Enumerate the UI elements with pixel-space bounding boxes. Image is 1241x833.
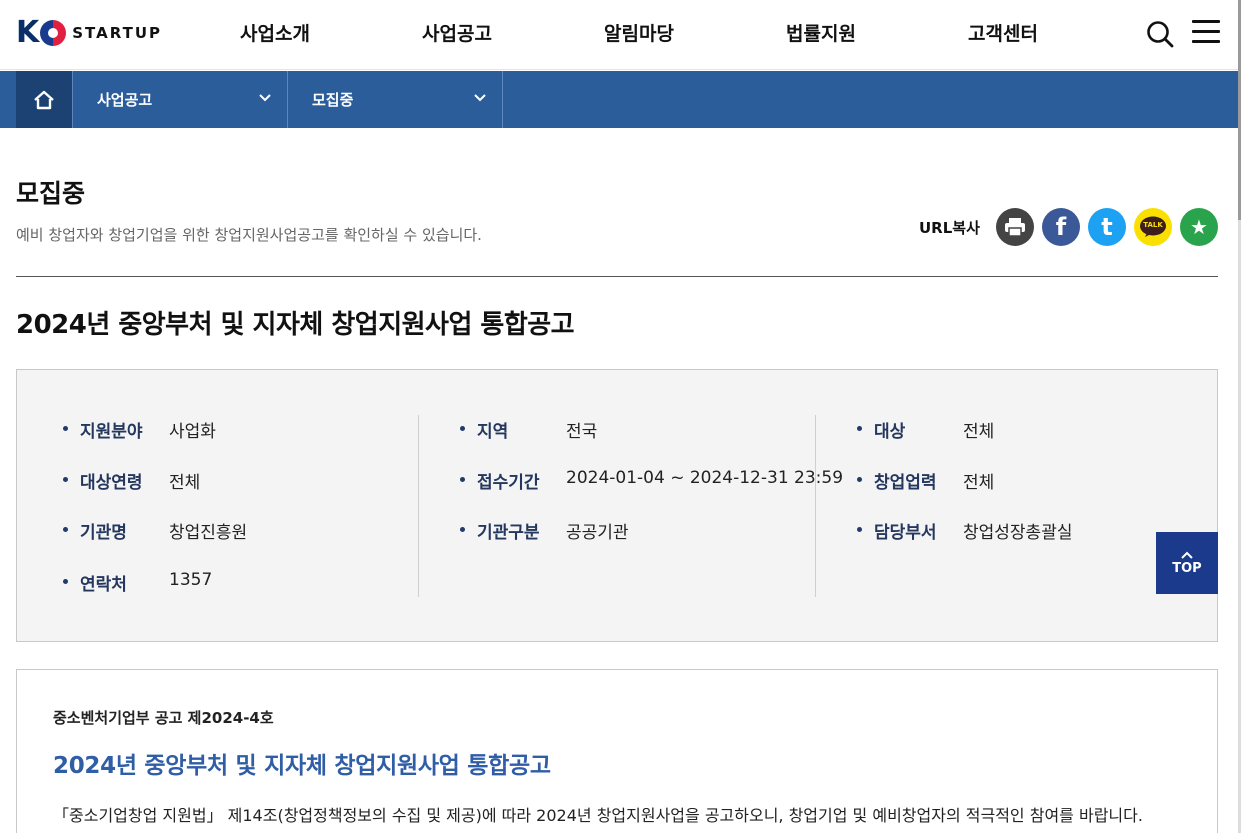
notice-title: 2024년 중앙부처 및 지자체 창업지원사업 통합공고 [16,310,575,340]
kakaotalk-label: TALK [1143,221,1163,229]
printer-icon [1005,218,1025,237]
k-startup-logo[interactable]: K STARTUP [16,16,162,50]
notice-content: 중소벤처기업부 공고 제2024-4호 2024년 중앙부처 및 지자체 창업지… [16,669,1218,833]
info-row-contact: 연락처 1357 [63,570,212,595]
info-row-field: 지원분야 사업화 [63,417,216,442]
bullet [63,426,68,431]
twitter-share-button[interactable]: t [1088,208,1126,246]
print-button[interactable] [996,208,1034,246]
scroll-top-label: TOP [1172,560,1202,576]
chevron-down-icon [259,94,271,102]
location-level1-label: 사업공고 [97,91,153,109]
info-value: 전체 [963,422,995,442]
info-row-period: 접수기간 2024-01-04 ~ 2024-12-31 23:59 [460,468,843,493]
bullet [857,426,862,431]
info-label: 대상연령 [80,473,143,493]
bullet [857,477,862,482]
facebook-share-button[interactable]: f [1042,208,1080,246]
bullet [63,579,68,584]
twitter-icon: t [1101,213,1113,241]
favorite-button[interactable]: ★ [1180,208,1218,246]
location-bar: 사업공고 모집중 [0,71,1238,128]
chevron-up-icon [1181,551,1193,559]
logo-word: STARTUP [72,24,163,42]
info-row-business-years: 창업업력 전체 [857,468,994,493]
column-divider [418,415,419,597]
page-title: 모집중 [16,179,86,208]
info-value: 전체 [169,473,201,493]
document-text: 「중소기업창업 지원법」 제14조(창업정책정보의 수집 및 제공)에 따라 2… [53,806,1143,825]
document-title: 2024년 중앙부처 및 지자체 창업지원사업 통합공고 [53,753,551,779]
info-value: 창업성장총괄실 [963,523,1073,543]
location-dropdown-level2[interactable]: 모집중 [288,71,503,128]
notice-info-box: 지원분야 사업화 대상연령 전체 기관명 창업진흥원 연락처 1357 지역 전… [16,369,1218,642]
nav-item-legal[interactable]: 법률지원 [786,0,856,64]
nav-item-notices[interactable]: 알림마당 [604,0,674,64]
info-label: 지역 [477,422,509,442]
page-description: 예비 창업자와 창업기업을 위한 창업지원사업공고를 확인하실 수 있습니다. [16,226,482,244]
search-icon[interactable] [1145,19,1175,49]
bullet [857,527,862,532]
info-value: 1357 [169,570,213,590]
info-row-age: 대상연령 전체 [63,468,200,493]
info-row-agency: 기관명 창업진흥원 [63,518,247,543]
nav-item-announcements[interactable]: 사업공고 [422,0,492,64]
location-dropdown-level1[interactable]: 사업공고 [72,71,288,128]
kakaotalk-share-button[interactable]: TALK [1134,208,1172,246]
home-icon[interactable] [16,71,72,128]
divider [16,276,1218,277]
bullet [460,477,465,482]
info-row-target: 대상 전체 [857,417,994,442]
bullet [63,477,68,482]
scroll-top-button[interactable]: TOP [1156,532,1218,594]
logo-letter: K [16,15,40,50]
info-label: 접수기간 [477,473,540,493]
bullet [63,527,68,532]
info-label: 지원분야 [80,422,143,442]
column-divider [815,415,816,597]
location-level2-label: 모집중 [312,91,354,109]
info-row-department: 담당부서 창업성장총괄실 [857,518,1072,543]
info-value: 전체 [963,473,995,493]
chevron-down-icon [474,94,486,102]
info-label: 담당부서 [874,523,937,543]
info-label: 연락처 [80,575,127,595]
facebook-icon: f [1055,213,1067,241]
document-number: 중소벤처기업부 공고 제2024-4호 [53,709,274,727]
taegeuk-icon [40,20,67,46]
site-header: K STARTUP 사업소개 사업공고 알림마당 법률지원 고객센터 [0,0,1241,70]
info-value: 2024-01-04 ~ 2024-12-31 23:59 [566,468,844,488]
bullet [460,527,465,532]
info-label: 대상 [874,422,906,442]
url-copy-button[interactable]: URL복사 [919,217,980,238]
star-icon: ★ [1190,215,1208,239]
hamburger-menu-icon[interactable] [1192,20,1220,44]
info-label: 기관명 [80,523,127,543]
info-row-region: 지역 전국 [460,417,597,442]
info-value: 공공기관 [566,523,629,543]
bullet [460,426,465,431]
info-label: 창업업력 [874,473,937,493]
nav-item-support[interactable]: 고객센터 [968,0,1038,64]
info-label: 기관구분 [477,523,540,543]
info-value: 전국 [566,422,598,442]
info-row-agency-type: 기관구분 공공기관 [460,518,629,543]
nav-item-about[interactable]: 사업소개 [240,0,310,64]
info-value: 사업화 [169,422,216,442]
info-value: 창업진흥원 [169,523,248,543]
